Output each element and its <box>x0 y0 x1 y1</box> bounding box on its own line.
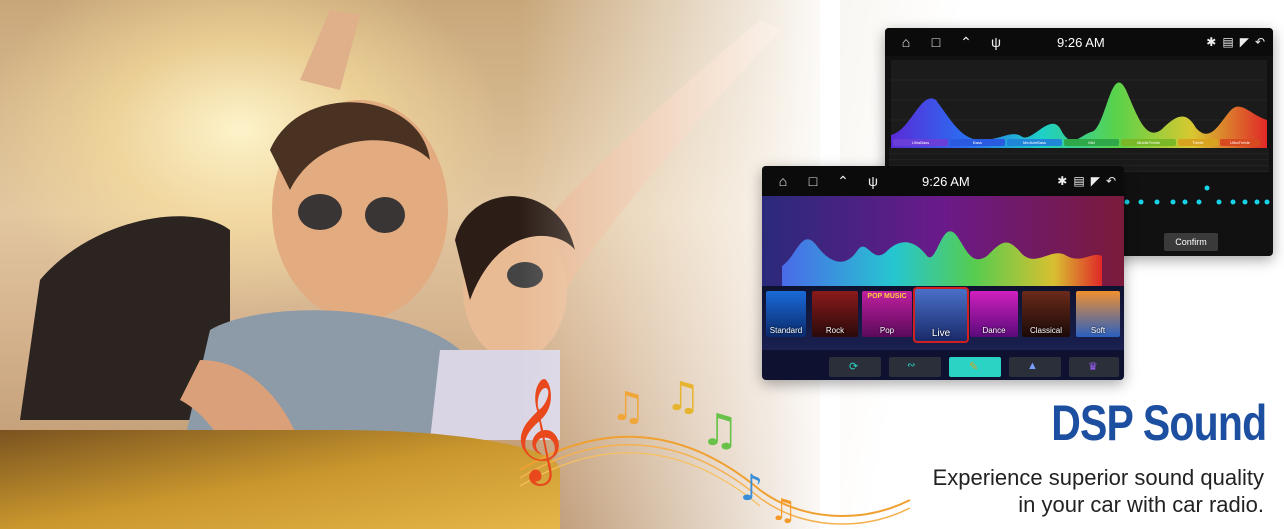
wifi-icon: ◤ <box>1239 35 1249 49</box>
usb-icon: ψ <box>868 173 878 189</box>
svg-text:♫: ♫ <box>665 374 701 420</box>
back-icon[interactable]: ↶ <box>1255 35 1265 49</box>
status-bar: ⌂ □ ⌃ ψ 9:26 AM ✱ ▤ ◤ ↶ <box>762 166 1124 196</box>
equalizer-icon: ∾ <box>907 360 916 371</box>
preset-classical[interactable]: Classical <box>1022 291 1070 337</box>
preset-soft[interactable]: Soft <box>1076 291 1120 337</box>
eq-graph <box>762 196 1124 286</box>
bluetooth-icon: ✱ <box>1206 35 1217 49</box>
wifi-icon: ◤ <box>1090 174 1100 188</box>
subline-1: Experience superior sound quality <box>932 465 1264 490</box>
volume-tool-button[interactable]: ▲ <box>1009 357 1061 377</box>
preset-dance[interactable]: Dance <box>970 291 1018 337</box>
recent-apps-icon[interactable]: □ <box>927 34 945 50</box>
band-mediumbass[interactable]: MediumBass <box>1007 139 1062 146</box>
preset-pop[interactable]: POP MUSIC Pop <box>862 291 912 337</box>
svg-text:♫: ♫ <box>700 405 739 456</box>
svg-text:♫: ♫ <box>610 384 646 430</box>
home-icon[interactable]: ⌂ <box>774 173 792 189</box>
svg-text:♪: ♪ <box>740 468 763 509</box>
preset-tool-button-active[interactable]: ✎ <box>949 357 1001 377</box>
band-treble[interactable]: Treble <box>1178 139 1218 146</box>
band-labels: UltraBass Bass MediumBass Mid MiddleTreb… <box>893 139 1262 146</box>
preset-standard[interactable]: Standard <box>766 291 806 337</box>
clock: 9:26 AM <box>922 173 970 189</box>
clock: 9:26 AM <box>1057 34 1105 50</box>
signal-icon: ▤ <box>1222 35 1234 49</box>
bluetooth-icon: ✱ <box>1057 174 1068 188</box>
confirm-button[interactable]: Confirm <box>1164 233 1218 251</box>
signal-icon: ▤ <box>1073 174 1085 188</box>
band-ultratreble[interactable]: UltraTreble <box>1220 139 1260 146</box>
usb-icon: ψ <box>991 34 1001 50</box>
crown-icon: ♛ <box>1088 361 1098 373</box>
eq-slider-dots[interactable] <box>1121 178 1271 218</box>
band-ultrabass[interactable]: UltraBass <box>893 139 948 146</box>
headline: DSP Sound <box>1050 395 1267 451</box>
preset-rock[interactable]: Rock <box>812 291 858 337</box>
refresh-icon: ⟳ <box>849 361 859 373</box>
pop-banner: POP MUSIC <box>867 293 907 300</box>
eq-tool-button[interactable]: ∾ <box>889 357 941 377</box>
svg-text:𝄞: 𝄞 <box>510 377 563 486</box>
band-bass[interactable]: Bass <box>950 139 1005 146</box>
loop-tool-button[interactable]: ⟳ <box>829 357 881 377</box>
status-icons: ✱ ▤ ◤ ↶ <box>1206 35 1265 49</box>
car-door <box>0 430 560 529</box>
chevron-up-icon[interactable]: ⌃ <box>834 173 852 190</box>
back-icon[interactable]: ↶ <box>1106 174 1116 188</box>
band-mid[interactable]: Mid <box>1064 139 1119 146</box>
banner: 𝄞 ♫ ♫ ♫ ♪ ♫ ⌂ □ ⌃ ψ 9:26 AM ✱ ▤ ◤ ↶ Ultr… <box>0 0 1284 529</box>
svg-text:♫: ♫ <box>770 493 797 528</box>
status-icons: ✱ ▤ ◤ ↶ <box>1057 174 1116 188</box>
sound-preset-screen: ⌂ □ ⌃ ψ 9:26 AM ✱ ▤ ◤ ↶ <box>762 166 1124 380</box>
status-bar: ⌂ □ ⌃ ψ 9:26 AM ✱ ▤ ◤ ↶ <box>885 28 1273 56</box>
preset-live[interactable]: Live <box>913 287 969 343</box>
subline-2: in your car with car radio. <box>1018 492 1264 517</box>
speaker-icon: ▲ <box>1027 360 1038 372</box>
premium-tool-button[interactable]: ♛ <box>1069 357 1119 377</box>
recent-apps-icon[interactable]: □ <box>804 173 822 189</box>
band-middletreble[interactable]: MiddleTreble <box>1121 139 1176 146</box>
home-icon[interactable]: ⌂ <box>897 34 915 50</box>
chevron-up-icon[interactable]: ⌃ <box>957 34 975 51</box>
brush-icon: ✎ <box>969 361 979 373</box>
